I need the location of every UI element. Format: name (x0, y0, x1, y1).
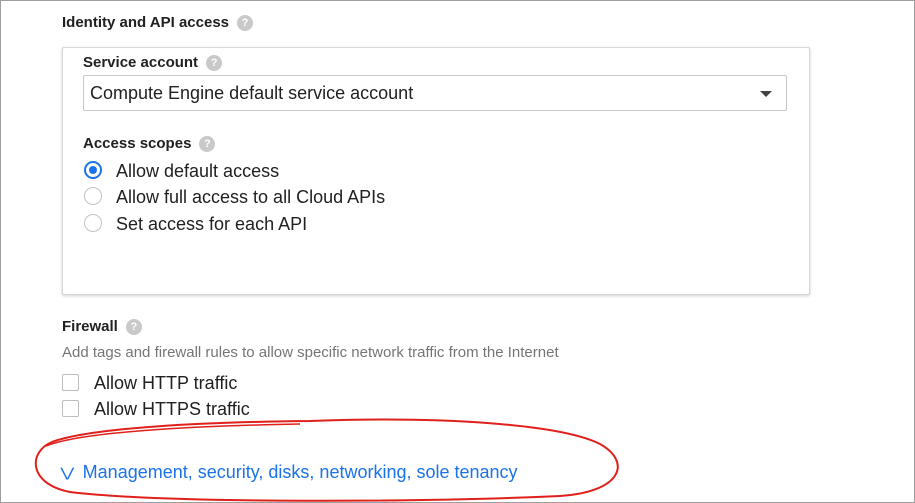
help-icon[interactable]: ? (237, 15, 254, 32)
management-expand-link[interactable]: ⋁ Management, security, disks, networking… (60, 460, 518, 484)
radio-button[interactable] (84, 214, 102, 232)
service-account-select[interactable]: Compute Engine default service account (83, 75, 787, 111)
help-icon[interactable]: ? (125, 319, 142, 336)
firewall-title-text: Firewall (62, 318, 118, 335)
management-link-text: Management, security, disks, networking,… (82, 462, 518, 482)
dropdown-arrow-icon (760, 91, 772, 97)
checkbox-label: Allow HTTP traffic (94, 373, 238, 393)
identity-section-title: Identity and API access? (62, 14, 254, 32)
radio-button-selected[interactable] (84, 161, 102, 179)
help-icon[interactable]: ? (199, 136, 216, 153)
radio-button[interactable] (84, 187, 102, 205)
double-chevron-down-icon: ⋁ (60, 465, 75, 480)
service-account-label-text: Service account (83, 54, 199, 71)
service-account-card: Service account? Compute Engine default … (62, 47, 810, 295)
checkbox[interactable] (62, 374, 79, 391)
checkbox-label: Allow HTTPS traffic (94, 399, 250, 419)
firewall-description: Add tags and firewall rules to allow spe… (62, 344, 559, 361)
radio-label: Set access for each API (116, 214, 308, 234)
service-account-value: Compute Engine default service account (90, 83, 414, 103)
checkbox[interactable] (62, 400, 79, 417)
radio-label: Allow full access to all Cloud APIs (116, 187, 386, 207)
identity-title-text: Identity and API access (62, 14, 230, 31)
service-account-label: Service account? (83, 54, 223, 72)
help-icon[interactable]: ? (206, 55, 223, 72)
firewall-section-title: Firewall? (62, 318, 142, 336)
radio-label: Allow default access (116, 161, 280, 181)
access-scopes-label: Access scopes? (83, 135, 216, 153)
access-scopes-label-text: Access scopes (83, 135, 192, 152)
